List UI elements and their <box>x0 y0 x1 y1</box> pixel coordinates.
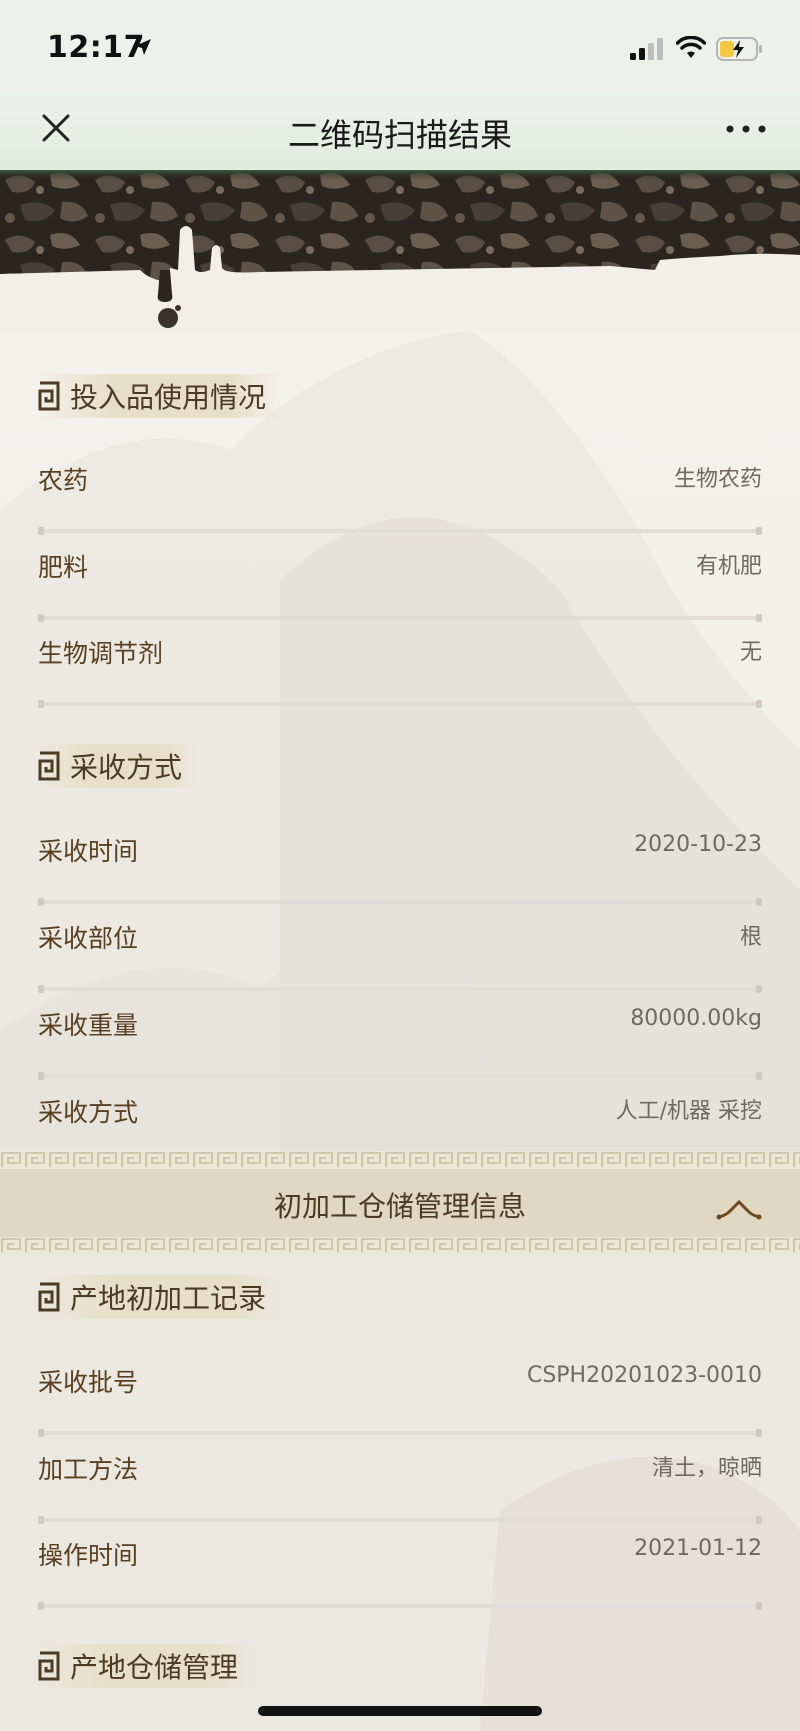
row-label: 操作时间 <box>38 1541 139 1570</box>
nav-bar: 二维码扫描结果 <box>0 92 800 170</box>
fret-square-icon <box>38 1651 60 1681</box>
section-title-inputs: 投入品使用情况 <box>38 374 281 418</box>
row-value: 无 <box>739 640 762 665</box>
info-row-pesticide: 农药 生物农药 <box>38 447 762 535</box>
row-divider <box>38 1429 762 1437</box>
row-value: 有机肥 <box>695 554 762 579</box>
section-title-harvest: 采收方式 <box>38 744 197 788</box>
section-title-label: 产地初加工记录 <box>70 1282 267 1315</box>
more-dots-icon[interactable] <box>724 114 768 144</box>
status-bar: 12:17 <box>0 0 800 92</box>
row-value: 生物农药 <box>673 467 762 492</box>
row-divider <box>38 985 762 993</box>
section-title-label: 产地仓储管理 <box>70 1651 239 1684</box>
status-time: 12:17 <box>47 30 145 65</box>
row-label: 加工方法 <box>38 1455 139 1484</box>
info-row-operation-time: 操作时间 2021-01-12 <box>38 1522 762 1610</box>
fret-square-icon <box>38 1282 60 1312</box>
location-arrow-icon <box>135 39 151 55</box>
info-row-fertilizer: 肥料 有机肥 <box>38 534 762 622</box>
row-label: 生物调节剂 <box>38 639 164 668</box>
fret-square-icon <box>38 381 60 411</box>
chevron-up-icon[interactable] <box>716 1195 762 1223</box>
info-row-harvest-time: 采收时间 2020-10-23 <box>38 818 762 906</box>
row-label: 采收部位 <box>38 924 139 953</box>
page-title: 二维码扫描结果 <box>287 116 512 154</box>
row-label: 采收方式 <box>38 1098 139 1127</box>
battery-charging-icon <box>716 37 762 61</box>
storage-section-title: 初加工仓储管理信息 <box>273 1190 526 1223</box>
row-value: 清土，晾晒 <box>651 1456 762 1481</box>
info-row-bio-regulator: 生物调节剂 无 <box>38 620 762 708</box>
section-title-processing: 产地初加工记录 <box>38 1275 281 1319</box>
row-label: 采收批号 <box>38 1368 139 1397</box>
fret-square-icon <box>38 751 60 781</box>
row-value: CSPH20201023-0010 <box>526 1363 762 1388</box>
content-area: 投入品使用情况 农药 生物农药 肥料 有机肥 生物调节剂 无 采收方式 采收时间… <box>0 330 800 1731</box>
fret-border-decoration <box>0 1151 800 1169</box>
wifi-icon <box>676 36 706 58</box>
row-label: 农药 <box>38 466 89 495</box>
row-divider <box>38 1072 762 1080</box>
row-value: 80000.00kg <box>630 1006 762 1031</box>
info-row-processing-method: 加工方法 清土，晾晒 <box>38 1436 762 1524</box>
row-value: 2020-10-23 <box>634 832 762 857</box>
row-value: 2021-01-12 <box>634 1536 762 1561</box>
storage-section-header[interactable]: 初加工仓储管理信息 <box>0 1151 800 1255</box>
row-label: 采收重量 <box>38 1011 139 1040</box>
section-title-label: 采收方式 <box>70 751 183 784</box>
row-divider <box>38 898 762 906</box>
section-title-warehouse: 产地仓储管理 <box>38 1644 253 1688</box>
info-row-harvest-part: 采收部位 根 <box>38 905 762 993</box>
row-divider <box>38 1602 762 1610</box>
section-title-label: 投入品使用情况 <box>70 381 267 414</box>
row-value: 人工/机器 采挖 <box>615 1099 762 1124</box>
home-indicator[interactable] <box>258 1706 542 1716</box>
row-divider <box>38 700 762 708</box>
cellular-signal-icon <box>630 38 663 60</box>
info-row-harvest-weight: 采收重量 80000.00kg <box>38 992 762 1080</box>
info-row-batch-number: 采收批号 CSPH20201023-0010 <box>38 1349 762 1437</box>
fret-border-decoration <box>0 1237 800 1255</box>
row-label: 采收时间 <box>38 837 139 866</box>
row-value: 根 <box>739 925 762 950</box>
row-label: 肥料 <box>38 553 89 582</box>
ink-banner-image <box>0 170 800 330</box>
row-divider <box>38 527 762 535</box>
